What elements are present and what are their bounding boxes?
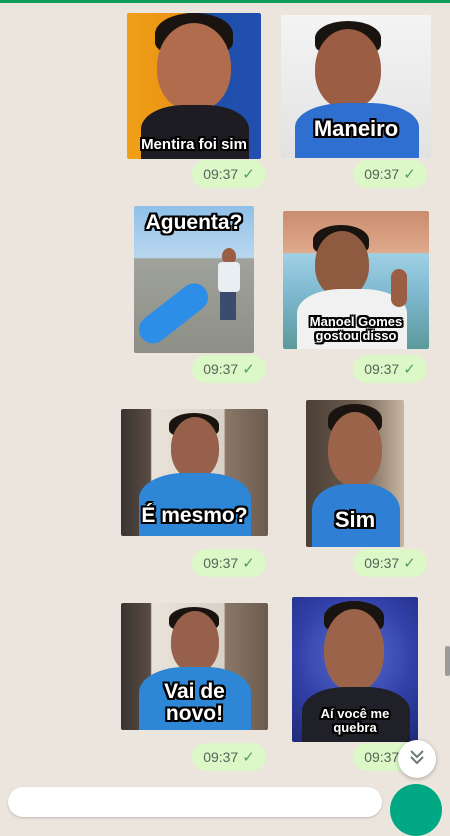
sticker-caption: Aguenta? xyxy=(145,211,243,234)
message-time: 09:37 xyxy=(203,749,239,765)
sticker-message[interactable]: É mesmo? xyxy=(121,409,268,536)
message-meta: 09:37 ✓ xyxy=(192,355,266,383)
sticker-caption: Mentira foi sim xyxy=(141,136,247,153)
message-time: 09:37 xyxy=(364,361,400,377)
sticker-caption: Manoel Gomes gostou disso xyxy=(309,314,403,343)
message-meta: 09:37 ✓ xyxy=(192,549,266,577)
check-icon: ✓ xyxy=(403,555,416,572)
sticker-message[interactable]: Mentira foi sim xyxy=(127,13,261,159)
chevron-double-down-icon xyxy=(408,748,426,771)
sticker-message[interactable]: Vai de novo! xyxy=(121,603,268,730)
sticker-caption: Vai de novo! xyxy=(164,680,225,726)
sticker-message[interactable]: Aguenta? xyxy=(134,206,254,353)
scrollbar-thumb[interactable] xyxy=(445,646,450,676)
sticker-caption: Maneiro xyxy=(313,116,399,141)
message-time: 09:37 xyxy=(203,166,239,182)
message-meta: 09:37 ✓ xyxy=(353,549,427,577)
message-time: 09:37 xyxy=(203,555,239,571)
message-time: 09:37 xyxy=(364,555,400,571)
check-icon: ✓ xyxy=(403,166,416,183)
sticker-message[interactable]: Aí você me quebra xyxy=(292,597,418,742)
send-button[interactable] xyxy=(390,784,442,836)
message-time: 09:37 xyxy=(364,749,400,765)
check-icon: ✓ xyxy=(242,166,255,183)
check-icon: ✓ xyxy=(242,361,255,378)
check-icon: ✓ xyxy=(403,361,416,378)
message-input[interactable] xyxy=(8,787,382,817)
sticker-message[interactable]: Maneiro xyxy=(281,15,431,158)
message-time: 09:37 xyxy=(364,166,400,182)
check-icon: ✓ xyxy=(242,749,255,766)
sticker-message[interactable]: Manoel Gomes gostou disso xyxy=(283,211,429,349)
check-icon: ✓ xyxy=(242,555,255,572)
chat-wallpaper[interactable]: Mentira foi sim 09:37 ✓ Maneiro 09:37 ✓ … xyxy=(0,3,450,800)
scroll-to-bottom-button[interactable] xyxy=(398,740,436,778)
message-meta: 09:37 ✓ xyxy=(353,355,427,383)
sticker-caption: É mesmo? xyxy=(141,504,248,527)
sticker-message[interactable]: Sim xyxy=(306,400,404,547)
message-meta: 09:37 ✓ xyxy=(192,743,266,771)
sticker-caption: Sim xyxy=(334,507,376,532)
message-meta: 09:37 ✓ xyxy=(192,160,266,188)
message-meta: 09:37 ✓ xyxy=(353,160,427,188)
sticker-caption: Aí você me quebra xyxy=(320,706,390,735)
message-time: 09:37 xyxy=(203,361,239,377)
